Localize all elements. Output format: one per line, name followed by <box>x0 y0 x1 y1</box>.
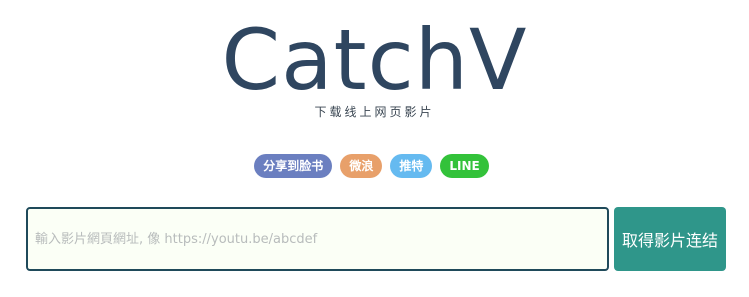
share-weibo-button[interactable]: 微浪 <box>340 154 383 178</box>
share-facebook-button[interactable]: 分享到脸书 <box>254 154 333 178</box>
video-url-input[interactable] <box>26 207 609 271</box>
share-twitter-button[interactable]: 推特 <box>390 154 433 178</box>
site-logo[interactable]: CatchV <box>0 10 749 110</box>
get-video-link-button[interactable]: 取得影片连结 <box>614 207 726 271</box>
site-subtitle: 下载线上网页影片 <box>314 105 435 119</box>
page: CatchV 下载线上网页影片 分享到脸书 微浪 推特 LINE 取得影片连结 <box>0 0 749 297</box>
share-line-button[interactable]: LINE <box>440 154 489 178</box>
share-buttons: 分享到脸书 微浪 推特 LINE <box>0 154 749 178</box>
